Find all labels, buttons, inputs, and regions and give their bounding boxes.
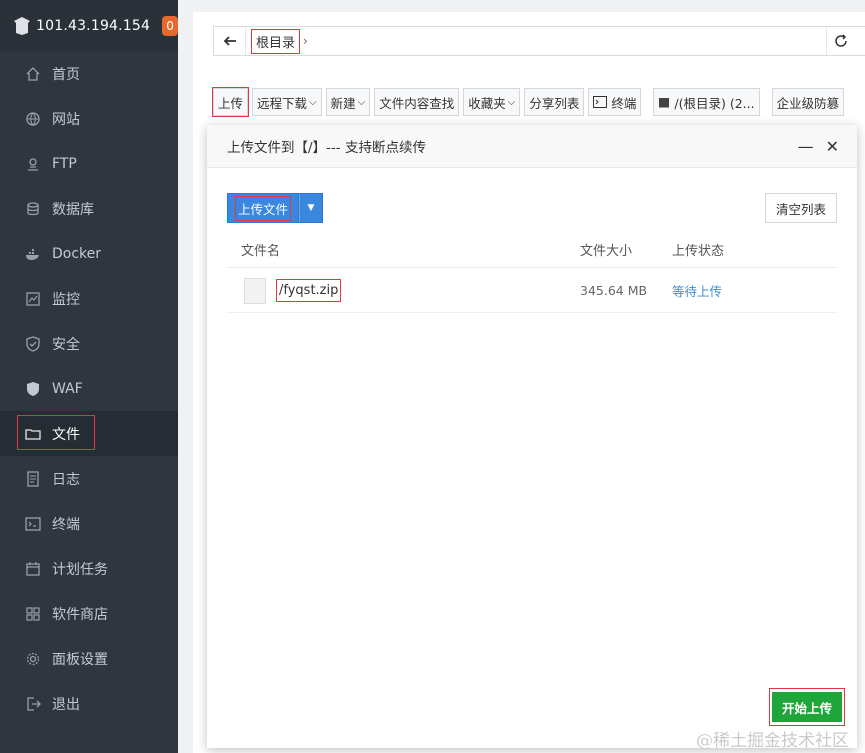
column-header-name: 文件名 <box>241 243 281 259</box>
sidebar-item-security[interactable]: 安全 <box>0 321 178 366</box>
remote-download-button[interactable]: 远程下载 ⌵ <box>252 88 322 116</box>
caret-down-icon[interactable]: ▼ <box>299 193 324 223</box>
sidebar: 101.43.194.154 0 首页 网站 FTP 数据库 Docker 监控… <box>0 0 178 753</box>
share-list-button[interactable]: 分享列表 <box>524 88 585 116</box>
panel-logo-icon <box>14 17 30 35</box>
file-name: /fyqst.zip <box>275 279 342 302</box>
column-header-status: 上传状态 <box>672 243 725 259</box>
file-icon <box>244 278 266 304</box>
sidebar-item-monitor[interactable]: 监控 <box>0 276 178 321</box>
sidebar-item-database[interactable]: 数据库 <box>0 186 178 231</box>
ftp-icon <box>24 155 42 173</box>
terminal-button[interactable]: 终端 <box>588 88 642 116</box>
sidebar-item-settings[interactable]: 面板设置 <box>0 636 178 681</box>
monitor-icon <box>24 290 42 308</box>
breadcrumb-root[interactable]: 根目录 <box>250 28 301 54</box>
sidebar-item-label: 计划任务 <box>52 561 108 578</box>
sidebar-item-logs[interactable]: 日志 <box>0 456 178 501</box>
sidebar-item-cron[interactable]: 计划任务 <box>0 546 178 591</box>
upload-file-button[interactable]: 上传文件 <box>227 193 300 223</box>
docker-icon <box>24 245 42 263</box>
sidebar-item-docker[interactable]: Docker <box>0 231 178 276</box>
sidebar-item-files[interactable]: 文件 <box>0 411 178 456</box>
disk-label: /(根目录) (2... <box>674 95 755 111</box>
clear-list-button[interactable]: 清空列表 <box>764 193 837 223</box>
dialog-title: 上传文件到【/】--- 支持断点续传 <box>207 125 857 168</box>
sidebar-item-label: FTP <box>52 155 77 172</box>
sidebar-item-label: 退出 <box>52 696 80 713</box>
file-toolbar: 上传 远程下载 ⌵ 新建 ⌵ 文件内容查找 收藏夹 ⌵ 分享列表 终端 /(根目录) … <box>211 87 848 118</box>
upload-status: 等待上传 <box>672 284 723 299</box>
apps-icon <box>24 605 42 623</box>
upload-table-header: 文件名 文件大小 上传状态 <box>227 231 837 268</box>
dialog-controls: — ✕ <box>798 137 839 156</box>
disk-icon <box>658 96 670 108</box>
database-icon <box>24 200 42 218</box>
globe-icon <box>24 110 42 128</box>
chevron-down-icon: ⌵ <box>309 96 317 108</box>
sidebar-item-label: 数据库 <box>52 201 94 218</box>
sidebar-item-logout[interactable]: 退出 <box>0 681 178 726</box>
content-search-button[interactable]: 文件内容查找 <box>374 88 460 116</box>
waf-shield-icon <box>24 380 42 398</box>
sidebar-header: 101.43.194.154 0 <box>0 0 178 52</box>
upload-button[interactable]: 上传 <box>211 87 250 117</box>
column-header-size: 文件大小 <box>580 243 633 259</box>
watermark: @稀土掘金技术社区 <box>696 731 849 751</box>
back-arrow-icon[interactable] <box>214 27 246 55</box>
table-row: /fyqst.zip 345.64 MB 等待上传 <box>227 269 837 313</box>
breadcrumb-separator: › <box>303 34 308 48</box>
close-icon[interactable]: ✕ <box>826 137 839 156</box>
calendar-icon <box>24 560 42 578</box>
home-icon <box>24 65 42 83</box>
chevron-down-icon: ⌵ <box>357 96 366 108</box>
sidebar-item-home[interactable]: 首页 <box>0 51 178 96</box>
highlight-box <box>17 415 95 450</box>
terminal-icon <box>24 515 42 533</box>
sidebar-item-label: 面板设置 <box>52 651 108 668</box>
sidebar-item-label: 网站 <box>52 111 80 128</box>
sidebar-item-label: 监控 <box>52 291 80 308</box>
sidebar-item-label: 安全 <box>52 336 80 353</box>
chevron-down-icon: ⌵ <box>507 96 516 108</box>
terminal-small-icon <box>593 96 608 108</box>
notification-badge[interactable]: 0 <box>162 16 178 36</box>
sidebar-item-label: 日志 <box>52 471 80 488</box>
sidebar-item-ftp[interactable]: FTP <box>0 141 178 186</box>
new-button[interactable]: 新建 ⌵ <box>325 88 371 116</box>
log-icon <box>24 470 42 488</box>
file-size: 345.64 MB <box>580 283 648 298</box>
minimize-icon[interactable]: — <box>798 137 814 156</box>
logout-icon <box>24 695 42 713</box>
sidebar-item-label: Docker <box>52 245 102 262</box>
file-name-cell: /fyqst.zip <box>275 269 342 312</box>
sidebar-item-waf[interactable]: WAF <box>0 366 178 411</box>
sidebar-item-label: 终端 <box>52 516 80 533</box>
sidebar-item-website[interactable]: 网站 <box>0 96 178 141</box>
terminal-label: 终端 <box>611 95 637 111</box>
sidebar-item-terminal[interactable]: 终端 <box>0 501 178 546</box>
remote-download-label: 远程下载 <box>257 95 308 111</box>
sidebar-item-app-store[interactable]: 软件商店 <box>0 591 178 636</box>
favorites-label: 收藏夹 <box>468 95 506 111</box>
disk-button[interactable]: /(根目录) (2... <box>653 88 760 116</box>
favorites-button[interactable]: 收藏夹 ⌵ <box>463 88 521 116</box>
start-upload-button[interactable]: 开始上传 <box>772 692 842 722</box>
refresh-icon[interactable] <box>826 27 854 55</box>
server-ip: 101.43.194.154 <box>36 18 151 34</box>
shield-icon <box>24 335 42 353</box>
new-label: 新建 <box>330 95 356 111</box>
enterprise-tamper-button[interactable]: 企业级防篡 <box>771 88 845 116</box>
sidebar-item-label: 软件商店 <box>52 606 108 623</box>
upload-file-label: 上传文件 <box>234 195 292 221</box>
sidebar-item-label: 首页 <box>52 66 80 83</box>
upload-dialog: 上传文件到【/】--- 支持断点续传 — ✕ 上传文件 ▼ 清空列表 文件名 文… <box>207 125 857 748</box>
upload-file-button-group: 上传文件 ▼ <box>227 193 324 223</box>
gear-icon <box>24 650 42 668</box>
path-bar: 根目录 › <box>213 26 865 56</box>
sidebar-item-label: WAF <box>52 380 83 397</box>
